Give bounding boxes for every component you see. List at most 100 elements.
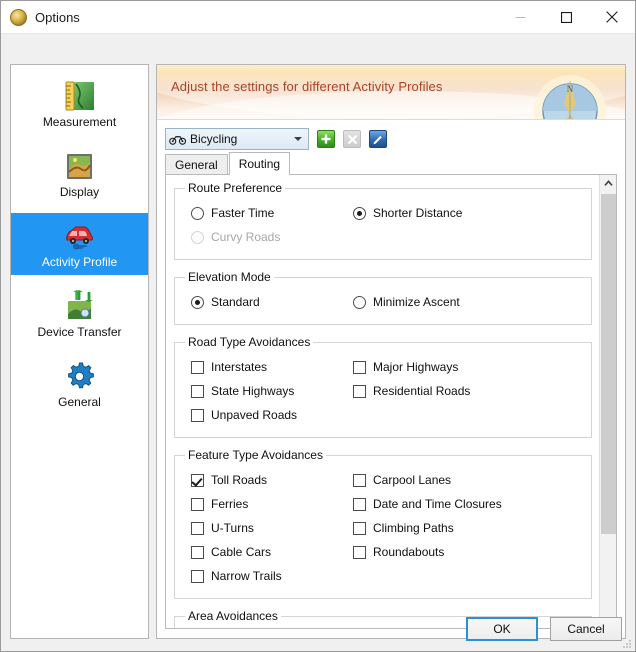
checkbox[interactable] — [191, 497, 204, 511]
option-carpool-lanes[interactable]: Carpool Lanes — [353, 473, 573, 487]
sidebar-item-label: Device Transfer — [37, 324, 122, 339]
option-shorter-distance[interactable]: Shorter Distance — [353, 206, 573, 220]
option-date-and-time-closures[interactable]: Date and Time Closures — [353, 497, 573, 511]
checkbox[interactable] — [191, 569, 204, 583]
option-row: Standard Minimize Ascent — [183, 290, 583, 314]
option-label: Major Highways — [373, 360, 459, 374]
sidebar-item-device-transfer[interactable]: Device Transfer — [11, 283, 148, 345]
header-banner: N Adjust the settings for different Acti… — [157, 65, 625, 120]
option-faster-time[interactable]: Faster Time — [183, 206, 353, 220]
checkbox[interactable] — [191, 384, 204, 398]
close-button[interactable] — [589, 1, 635, 33]
option-major-highways[interactable]: Major Highways — [353, 360, 573, 374]
group-title: Elevation Mode — [188, 270, 271, 284]
checkbox[interactable] — [353, 545, 366, 559]
option-label: Unpaved Roads — [211, 408, 298, 422]
option-u-turns[interactable]: U-Turns — [183, 521, 353, 535]
options-dialog: Options Measurement Display Activity Pro… — [0, 0, 636, 652]
add-profile-button[interactable] — [317, 130, 335, 148]
option-label: Shorter Distance — [373, 206, 463, 220]
option-row: Curvy Roads — [183, 225, 583, 249]
checkbox[interactable] — [353, 521, 366, 535]
radio-button[interactable] — [191, 206, 204, 220]
checkbox[interactable] — [191, 408, 204, 422]
ok-button[interactable]: OK — [466, 617, 538, 641]
dialog-body: Measurement Display Activity Profile Dev… — [1, 34, 635, 651]
routing-settings-scrollarea: Route Preference Faster Time Shorter Dista… — [165, 175, 617, 629]
checkbox[interactable] — [191, 473, 204, 487]
edit-profile-button[interactable] — [369, 130, 387, 148]
scroll-up-button[interactable] — [600, 175, 616, 192]
option-label: Standard — [211, 295, 260, 309]
option-label: Minimize Ascent — [373, 295, 460, 309]
radio-button — [191, 230, 204, 244]
title-bar: Options — [1, 1, 635, 34]
option-show-area-avoidances-tool[interactable]: Show Area Avoidances Tool — [183, 627, 353, 628]
group-elevation-mode: Elevation Mode Standard Minimize Ascent — [174, 270, 592, 325]
compass-globe-icon — [10, 8, 27, 26]
option-unpaved-roads[interactable]: Unpaved Roads — [183, 408, 353, 422]
option-label: Show Area Avoidances Tool — [211, 627, 353, 628]
checkbox[interactable] — [353, 497, 366, 511]
option-row: Ferries Date and Time Closures — [183, 492, 583, 516]
routing-settings-content: Route Preference Faster Time Shorter Dista… — [166, 175, 600, 628]
vertical-scrollbar[interactable] — [599, 175, 616, 628]
sidebar-item-measurement[interactable]: Measurement — [11, 73, 148, 135]
option-label: U-Turns — [211, 521, 254, 535]
checkbox[interactable] — [191, 360, 204, 374]
group-route-preference: Route Preference Faster Time Shorter Dista… — [174, 181, 592, 260]
tab-general[interactable]: General — [165, 154, 228, 174]
group-feature-type-avoidances: Feature Type Avoidances Toll Roads Carpool… — [174, 448, 592, 599]
window-title: Options — [35, 9, 80, 25]
sidebar-item-activity-profile[interactable]: Activity Profile — [11, 213, 148, 275]
checkbox[interactable] — [353, 384, 366, 398]
option-label: Carpool Lanes — [373, 473, 452, 487]
option-row: Narrow Trails — [183, 564, 583, 588]
option-interstates[interactable]: Interstates — [183, 360, 353, 374]
option-row: Toll Roads Carpool Lanes — [183, 468, 583, 492]
bicycle-icon — [169, 136, 187, 145]
option-ferries[interactable]: Ferries — [183, 497, 353, 511]
checkbox[interactable] — [191, 521, 204, 535]
option-narrow-trails[interactable]: Narrow Trails — [183, 569, 353, 583]
scrollbar-thumb[interactable] — [601, 194, 616, 534]
activity-profile-dropdown[interactable]: Bicycling — [165, 128, 309, 150]
option-row: Unpaved Roads — [183, 403, 583, 427]
pencil-icon — [373, 135, 382, 145]
ruler-map-icon — [65, 81, 94, 110]
option-label: Residential Roads — [373, 384, 471, 398]
checkbox[interactable] — [353, 360, 366, 374]
option-label: Date and Time Closures — [373, 497, 502, 511]
tab-routing[interactable]: Routing — [228, 152, 291, 175]
delete-profile-button[interactable] — [343, 130, 361, 148]
group-title: Feature Type Avoidances — [188, 448, 323, 462]
group-title: Route Preference — [188, 181, 283, 195]
maximize-button[interactable] — [543, 1, 589, 33]
options-main-panel: N Adjust the settings for different Acti… — [156, 64, 626, 639]
compass-globe-logo: N — [534, 75, 606, 119]
checkbox[interactable] — [353, 473, 366, 487]
option-roundabouts[interactable]: Roundabouts — [353, 545, 573, 559]
close-x-icon — [347, 134, 357, 144]
sidebar-item-label: Activity Profile — [41, 254, 118, 269]
option-curvy-roads: Curvy Roads — [183, 230, 353, 244]
radio-button[interactable] — [353, 206, 366, 220]
radio-button[interactable] — [191, 295, 204, 309]
checkbox[interactable] — [191, 545, 204, 559]
option-standard[interactable]: Standard — [183, 295, 353, 309]
cancel-button[interactable]: Cancel — [550, 617, 622, 641]
option-toll-roads[interactable]: Toll Roads — [183, 473, 353, 487]
group-title: Area Avoidances — [188, 609, 278, 623]
minimize-button[interactable] — [497, 1, 543, 33]
resize-grip-icon[interactable] — [620, 637, 632, 649]
option-state-highways[interactable]: State Highways — [183, 384, 353, 398]
sidebar-item-display[interactable]: Display — [11, 143, 148, 205]
option-climbing-paths[interactable]: Climbing Paths — [353, 521, 573, 535]
option-residential-roads[interactable]: Residential Roads — [353, 384, 573, 398]
option-minimize-ascent[interactable]: Minimize Ascent — [353, 295, 573, 309]
option-label: Interstates — [211, 360, 268, 374]
group-road-type-avoidances: Road Type Avoidances Interstates Major Hig… — [174, 335, 592, 438]
sidebar-item-general[interactable]: General — [11, 353, 148, 415]
option-cable-cars[interactable]: Cable Cars — [183, 545, 353, 559]
radio-button[interactable] — [353, 295, 366, 309]
